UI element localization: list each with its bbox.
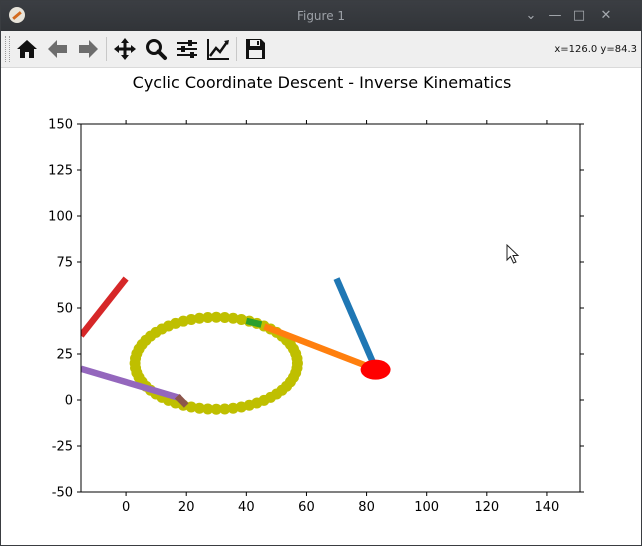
data-layer <box>81 276 391 415</box>
pan-button[interactable] <box>112 36 138 62</box>
target-path-point <box>291 362 303 374</box>
arm-segment <box>81 276 129 338</box>
close-icon[interactable]: ✕ <box>595 5 617 27</box>
magnifier-icon <box>146 39 167 60</box>
y-tick-label: 150 <box>48 118 73 133</box>
line-chart-icon <box>207 39 229 60</box>
sliders-icon <box>177 40 197 58</box>
subplots-button[interactable] <box>174 36 200 62</box>
arm-segment <box>333 277 378 367</box>
figure-canvas[interactable]: Cyclic Coordinate Descent - Inverse Kine… <box>1 68 641 546</box>
mouse-cursor-icon <box>506 244 520 264</box>
cursor-coordinates: x=126.0 y=84.3 <box>554 44 637 55</box>
axes-frame <box>80 123 581 493</box>
plot-area: 0 20 40 60 80 100 120 140 150 125 100 75 50 25 0 -25 -50 <box>48 118 584 515</box>
arm-segment <box>81 365 182 402</box>
arrow-right-icon <box>79 40 98 58</box>
floppy-disk-icon <box>246 39 265 59</box>
y-tick-label: 25 <box>56 348 73 363</box>
move-icon <box>114 38 136 60</box>
save-button[interactable] <box>242 36 268 62</box>
y-tick-label: 0 <box>65 394 73 409</box>
x-tick-label: 20 <box>178 500 195 515</box>
home-icon <box>17 40 37 58</box>
y-tick-label: 125 <box>48 164 73 179</box>
maximize-icon[interactable]: □ <box>568 5 590 27</box>
home-button[interactable] <box>14 36 40 62</box>
edit-axes-button[interactable] <box>205 36 231 62</box>
x-tick-label: 40 <box>238 500 255 515</box>
arm-segment <box>245 317 263 328</box>
back-button[interactable] <box>45 36 71 62</box>
x-tick-label: 100 <box>414 500 439 515</box>
arrow-left-icon <box>48 40 67 58</box>
shade-icon[interactable]: ⌄ <box>520 5 542 27</box>
y-tick-label: 100 <box>48 210 73 225</box>
y-tick-label: -25 <box>52 440 73 455</box>
toolbar-handle[interactable] <box>5 36 10 62</box>
toolbar-separator <box>106 37 107 61</box>
figure-window: Figure 1 ⌄ — □ ✕ x=126.0 y=84.3 Cyclic C… <box>0 0 642 546</box>
title-bar[interactable]: Figure 1 ⌄ — □ ✕ <box>1 1 641 31</box>
navigation-toolbar: x=126.0 y=84.3 <box>1 31 641 68</box>
y-tick-label: 75 <box>56 256 73 271</box>
minimize-icon[interactable]: — <box>544 5 566 27</box>
base-joint-marker <box>360 359 391 380</box>
x-tick-label: 140 <box>535 500 560 515</box>
toolbar-separator <box>236 37 237 61</box>
y-tick-label: 50 <box>56 302 73 317</box>
x-tick-label: 120 <box>474 500 499 515</box>
forward-button[interactable] <box>75 36 101 62</box>
chart-title: Cyclic Coordinate Descent - Inverse Kine… <box>133 73 512 92</box>
zoom-button[interactable] <box>143 36 169 62</box>
x-tick-label: 80 <box>358 500 375 515</box>
x-tick-label: 0 <box>122 500 130 515</box>
x-tick-label: 60 <box>298 500 315 515</box>
y-tick-label: -50 <box>52 486 73 501</box>
